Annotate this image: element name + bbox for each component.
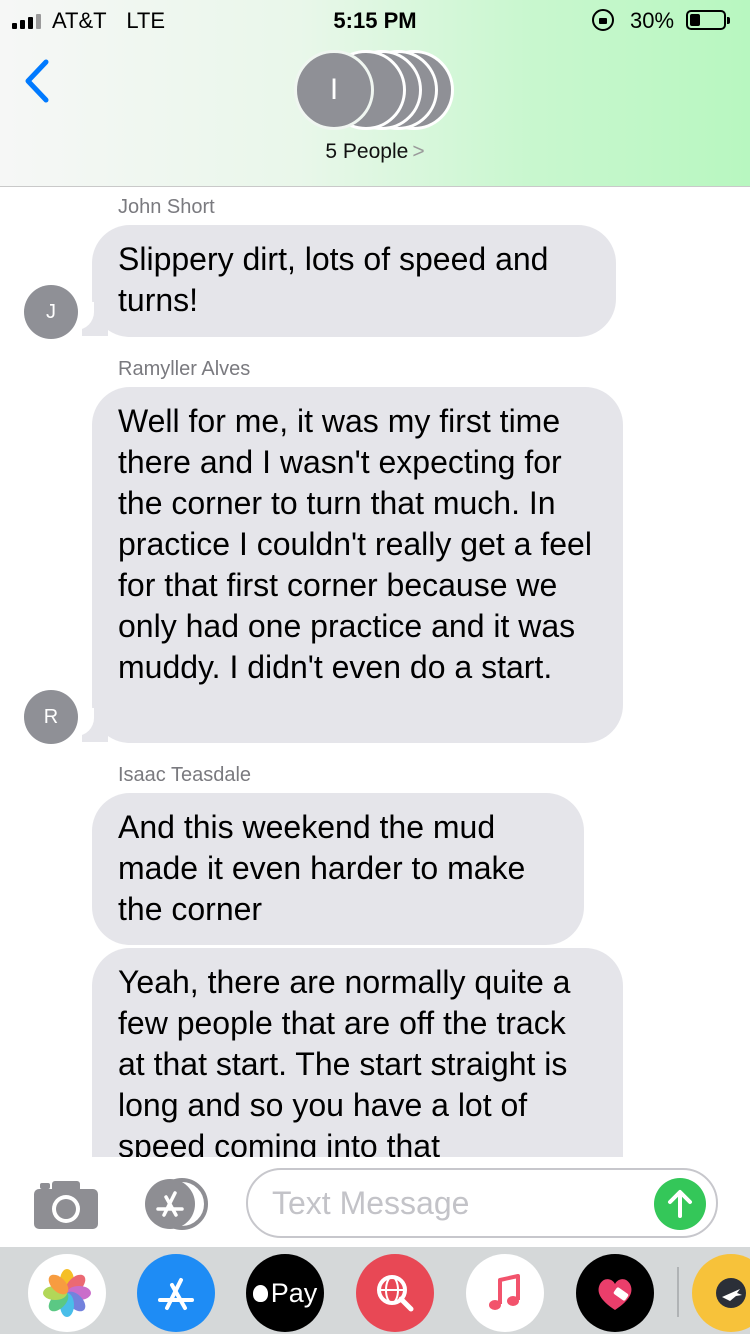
app-store-app[interactable] xyxy=(137,1254,215,1332)
conversation-header: AT&T LTE 5:15 PM 30% I 5 People > xyxy=(0,0,750,187)
drawer-divider xyxy=(677,1267,679,1317)
photos-icon xyxy=(43,1269,91,1317)
group-avatars[interactable]: I xyxy=(294,50,464,130)
bubble-tail xyxy=(66,302,108,336)
message-bubble[interactable]: And this weekend the mud made it even ha… xyxy=(92,793,584,945)
heart-app-icon xyxy=(598,1279,632,1310)
camera-button[interactable] xyxy=(34,1179,98,1229)
rotation-lock-icon xyxy=(592,9,614,31)
back-button[interactable] xyxy=(22,58,62,104)
sender-name: John Short xyxy=(118,196,215,218)
music-icon xyxy=(489,1274,520,1310)
sender-name: Ramyller Alves xyxy=(118,358,251,380)
chevron-right-icon: > xyxy=(412,140,425,163)
people-count-label: 5 People xyxy=(325,140,409,163)
arrow-up-icon xyxy=(668,1190,692,1218)
message-bubble[interactable]: Well for me, it was my first time there … xyxy=(92,387,623,743)
app-store-button[interactable] xyxy=(140,1177,210,1231)
messages-screen: AT&T LTE 5:15 PM 30% I 5 People > John Sh… xyxy=(0,0,750,1334)
message-field[interactable] xyxy=(246,1168,718,1238)
apple-pay-label: Pay xyxy=(270,1277,318,1308)
web-search-app[interactable] xyxy=(356,1254,434,1332)
imessage-app-drawer: Pay xyxy=(0,1247,750,1334)
camera-icon xyxy=(34,1181,98,1229)
airplane-app[interactable] xyxy=(692,1254,750,1332)
sender-name: Isaac Teasdale xyxy=(118,764,252,786)
compose-bar xyxy=(0,1157,750,1247)
app-store-icon xyxy=(158,1278,194,1310)
send-button[interactable] xyxy=(654,1178,706,1230)
message-bubble[interactable]: Slippery dirt, lots of speed and turns! xyxy=(92,225,616,337)
status-bar: AT&T LTE 5:15 PM 30% xyxy=(0,0,750,40)
avatar: I xyxy=(294,50,374,130)
apple-logo-icon xyxy=(252,1284,268,1302)
apple-pay-app[interactable]: Pay xyxy=(246,1254,324,1332)
airplane-app-icon xyxy=(716,1278,746,1308)
message-input[interactable] xyxy=(272,1180,652,1226)
group-details-link[interactable]: 5 People > xyxy=(0,140,750,164)
avatar[interactable]: R xyxy=(24,690,78,744)
battery-percentage: 30% xyxy=(630,8,675,33)
avatar[interactable]: J xyxy=(24,285,78,339)
heart-app[interactable] xyxy=(576,1254,654,1332)
bubble-tail xyxy=(66,708,108,742)
photos-app[interactable] xyxy=(28,1254,106,1332)
app-store-icon xyxy=(145,1178,208,1230)
music-app[interactable] xyxy=(466,1254,544,1332)
web-search-icon xyxy=(377,1275,414,1312)
battery-icon xyxy=(686,10,730,30)
chevron-left-icon xyxy=(25,59,49,103)
